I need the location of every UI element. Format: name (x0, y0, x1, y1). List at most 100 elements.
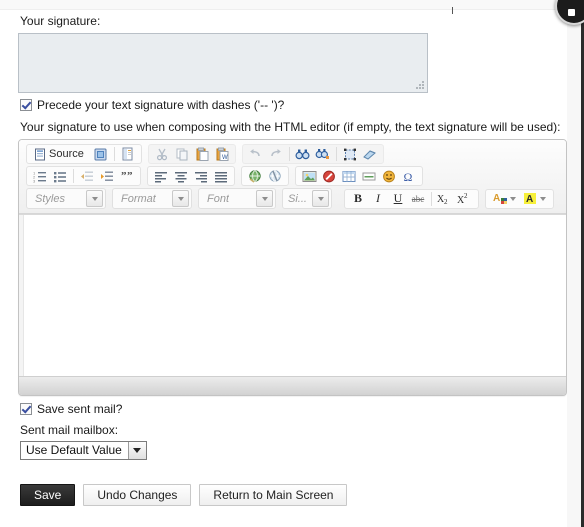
horizontal-rule-button[interactable] (359, 167, 379, 185)
html-editor: Source W 1 2 3 ” ” Ω Styles Format Font … (18, 139, 567, 396)
flash-button[interactable] (319, 167, 339, 185)
text-style-group: B I U abc X2 X 2 (344, 188, 479, 209)
numbered-list-button[interactable]: 123 (30, 167, 50, 185)
svg-text:”: ” (127, 170, 133, 182)
align-right-button[interactable] (191, 167, 211, 185)
svg-text:2: 2 (464, 192, 468, 200)
settings-form: Your signature: Precede your text signat… (18, 9, 567, 460)
undo-button[interactable] (246, 145, 266, 163)
toolbar-row-2: 123 ”” Ω (22, 166, 563, 186)
preview-button[interactable] (91, 145, 111, 163)
chevron-down-icon[interactable] (127, 442, 146, 459)
toolbar-separator (288, 147, 290, 161)
font-combo-label: Font (207, 192, 230, 205)
dashes-checkbox-row[interactable]: Precede your text signature with dashes … (20, 98, 567, 112)
chevron-down-icon[interactable] (256, 190, 273, 207)
subscript-button[interactable]: X2 (435, 190, 455, 208)
sent-mail-mailbox-select[interactable]: Use Default Value (20, 441, 147, 460)
increase-indent-button[interactable] (97, 167, 117, 185)
chevron-down-icon[interactable] (172, 190, 189, 207)
clipboard-group: W (147, 144, 236, 164)
italic-button-label: I (376, 191, 380, 205)
align-center-button[interactable] (171, 167, 191, 185)
bold-button[interactable]: B (348, 190, 368, 208)
format-combo[interactable]: Format (112, 188, 192, 209)
paste-from-word-button[interactable]: W (212, 145, 232, 163)
toolbar-row-3: Styles Format Font Si... B I U abc X 2 X… (22, 188, 563, 209)
background-color-button[interactable]: A (520, 190, 550, 208)
text-color-button[interactable]: A (489, 190, 520, 208)
remove-format-button[interactable] (360, 145, 380, 163)
button-bar-divider (18, 470, 567, 471)
insert-group: Ω (295, 166, 423, 186)
superscript-button[interactable]: X2 (455, 190, 475, 208)
chevron-down-icon[interactable] (510, 196, 516, 201)
page-side-rail (567, 0, 581, 527)
copy-button[interactable] (172, 145, 192, 163)
color-group: A A (485, 188, 554, 209)
underline-button-label: U (393, 191, 403, 205)
redo-button[interactable] (266, 145, 286, 163)
signature-label: Your signature: (20, 14, 101, 28)
underline-button[interactable]: U (388, 190, 408, 208)
svg-text:A: A (493, 193, 500, 204)
strikethrough-button-label: abc (411, 193, 425, 204)
undo-changes-button[interactable]: Undo Changes (83, 484, 192, 506)
italic-button[interactable]: I (368, 190, 388, 208)
sent-mail-mailbox-value: Use Default Value (26, 443, 122, 457)
svg-text:W: W (222, 155, 228, 161)
save-sent-mail-row[interactable]: Save sent mail? (20, 402, 567, 416)
align-justify-button[interactable] (211, 167, 231, 185)
list-indent-group: 123 ”” (26, 166, 141, 186)
svg-text:Ω: Ω (404, 170, 413, 183)
chevron-down-icon[interactable] (86, 190, 103, 207)
templates-button[interactable] (118, 145, 138, 163)
blockquote-button[interactable]: ”” (117, 167, 137, 185)
sent-mail-mailbox-label: Sent mail mailbox: (20, 423, 119, 437)
image-button[interactable] (299, 167, 319, 185)
replace-button[interactable] (313, 145, 333, 163)
editor-content-text (19, 215, 566, 227)
dashes-checkbox[interactable] (20, 99, 32, 111)
paste-button[interactable] (192, 145, 212, 163)
smiley-button[interactable] (379, 167, 399, 185)
link-button[interactable] (245, 167, 265, 185)
toolbar-row-1: Source W (22, 144, 563, 164)
html-signature-label: Your signature to use when composing wit… (20, 120, 561, 134)
document-group: Source (26, 144, 142, 164)
source-button[interactable]: Source (30, 145, 91, 163)
return-to-main-screen-button[interactable]: Return to Main Screen (199, 484, 348, 506)
svg-text:2: 2 (444, 198, 448, 205)
cut-button[interactable] (152, 145, 172, 163)
chevron-down-icon[interactable] (312, 190, 329, 207)
size-combo[interactable]: Si... (282, 188, 332, 209)
svg-text:”: ” (121, 170, 127, 182)
table-button[interactable] (339, 167, 359, 185)
toolbar-separator (335, 147, 337, 161)
editor-status-bar (19, 376, 566, 395)
svg-text:A: A (526, 194, 533, 205)
decrease-indent-button[interactable] (77, 167, 97, 185)
font-combo[interactable]: Font (198, 188, 276, 209)
find-button[interactable] (293, 145, 313, 163)
chevron-down-icon[interactable] (540, 196, 546, 201)
save-button[interactable]: Save (20, 484, 76, 506)
special-char-button[interactable]: Ω (399, 167, 419, 185)
styles-combo-label: Styles (35, 192, 65, 205)
unlink-button[interactable] (265, 167, 285, 185)
toolbar-separator (113, 147, 115, 161)
resize-grip-icon[interactable] (416, 81, 425, 90)
save-sent-mail-checkbox[interactable] (20, 403, 32, 415)
editor-content-area[interactable] (19, 214, 566, 376)
format-combo-label: Format (121, 192, 156, 205)
styles-combo[interactable]: Styles (26, 188, 106, 209)
link-group (241, 166, 289, 186)
signature-textarea[interactable] (18, 33, 428, 93)
align-left-button[interactable] (151, 167, 171, 185)
signature-textarea-value (19, 34, 427, 40)
bulleted-list-button[interactable] (50, 167, 70, 185)
source-button-label: Source (49, 148, 84, 160)
select-all-button[interactable] (340, 145, 360, 163)
bold-button-label: B (353, 191, 362, 205)
strikethrough-button[interactable]: abc (408, 190, 428, 208)
